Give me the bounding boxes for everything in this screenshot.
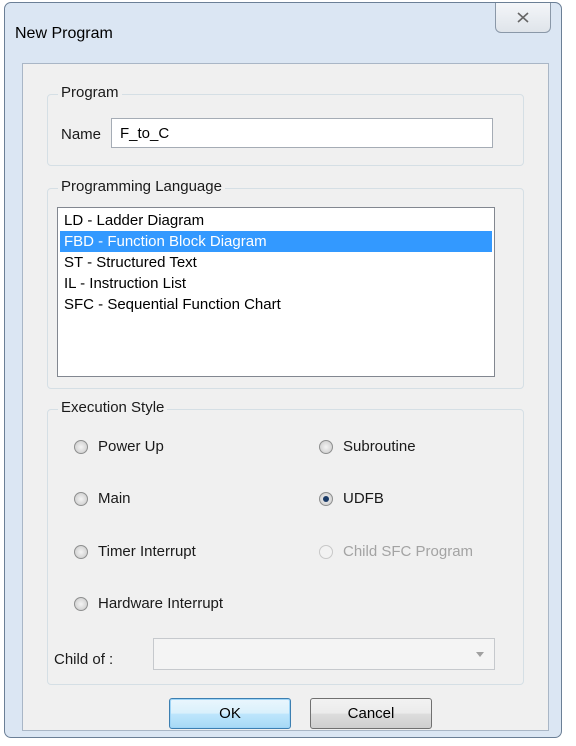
- radio-subroutine[interactable]: Subroutine: [319, 438, 416, 455]
- list-item-ld[interactable]: LD - Ladder Diagram: [60, 210, 492, 231]
- list-item-st[interactable]: ST - Structured Text: [60, 252, 492, 273]
- radio-child-sfc-program-label: Child SFC Program: [343, 543, 474, 560]
- program-group-label: Program: [58, 84, 122, 101]
- dialog-window: New Program Program Name Programming Lan…: [4, 2, 562, 738]
- radio-child-sfc-program: Child SFC Program: [319, 543, 473, 560]
- child-of-dropdown: [153, 638, 495, 670]
- radio-subroutine-label: Subroutine: [343, 438, 416, 455]
- radio-hardware-interrupt[interactable]: Hardware Interrupt: [74, 595, 223, 612]
- radio-power-up-label: Power Up: [98, 438, 164, 455]
- program-name-input[interactable]: [111, 118, 493, 148]
- radio-udfb-circle[interactable]: [319, 491, 333, 506]
- radio-timer-interrupt-label: Timer Interrupt: [98, 543, 196, 560]
- close-icon: [517, 12, 529, 23]
- ok-button[interactable]: OK: [169, 698, 291, 729]
- radio-child-sfc-program-circle: [319, 544, 333, 559]
- radio-hardware-interrupt-label: Hardware Interrupt: [98, 595, 224, 612]
- window-title: New Program: [15, 25, 113, 42]
- radio-udfb[interactable]: UDFB: [319, 490, 384, 507]
- radio-hardware-interrupt-circle[interactable]: [74, 596, 88, 611]
- execution-style-group-label: Execution Style: [58, 399, 168, 416]
- programming-language-group-label: Programming Language: [58, 178, 225, 195]
- list-item-fbd[interactable]: FBD - Function Block Diagram: [60, 231, 492, 252]
- list-item-sfc[interactable]: SFC - Sequential Function Chart: [60, 294, 492, 315]
- radio-udfb-label: UDFB: [343, 490, 384, 507]
- radio-main-circle[interactable]: [74, 491, 88, 506]
- name-label: Name: [61, 126, 102, 143]
- radio-timer-interrupt-circle[interactable]: [74, 544, 88, 559]
- radio-subroutine-circle[interactable]: [319, 439, 333, 454]
- radio-power-up-circle[interactable]: [74, 439, 88, 454]
- dialog-client-area: Program Name Programming Language LD - L…: [22, 63, 549, 731]
- programming-language-listbox[interactable]: LD - Ladder Diagram FBD - Function Block…: [57, 207, 495, 377]
- cancel-button[interactable]: Cancel: [310, 698, 432, 729]
- child-of-label: Child of :: [54, 651, 114, 668]
- radio-main[interactable]: Main: [74, 490, 131, 507]
- radio-main-label: Main: [98, 490, 131, 507]
- radio-timer-interrupt[interactable]: Timer Interrupt: [74, 543, 196, 560]
- list-item-il[interactable]: IL - Instruction List: [60, 273, 492, 294]
- chevron-down-icon: [476, 652, 484, 657]
- radio-power-up[interactable]: Power Up: [74, 438, 164, 455]
- close-button[interactable]: [495, 3, 551, 33]
